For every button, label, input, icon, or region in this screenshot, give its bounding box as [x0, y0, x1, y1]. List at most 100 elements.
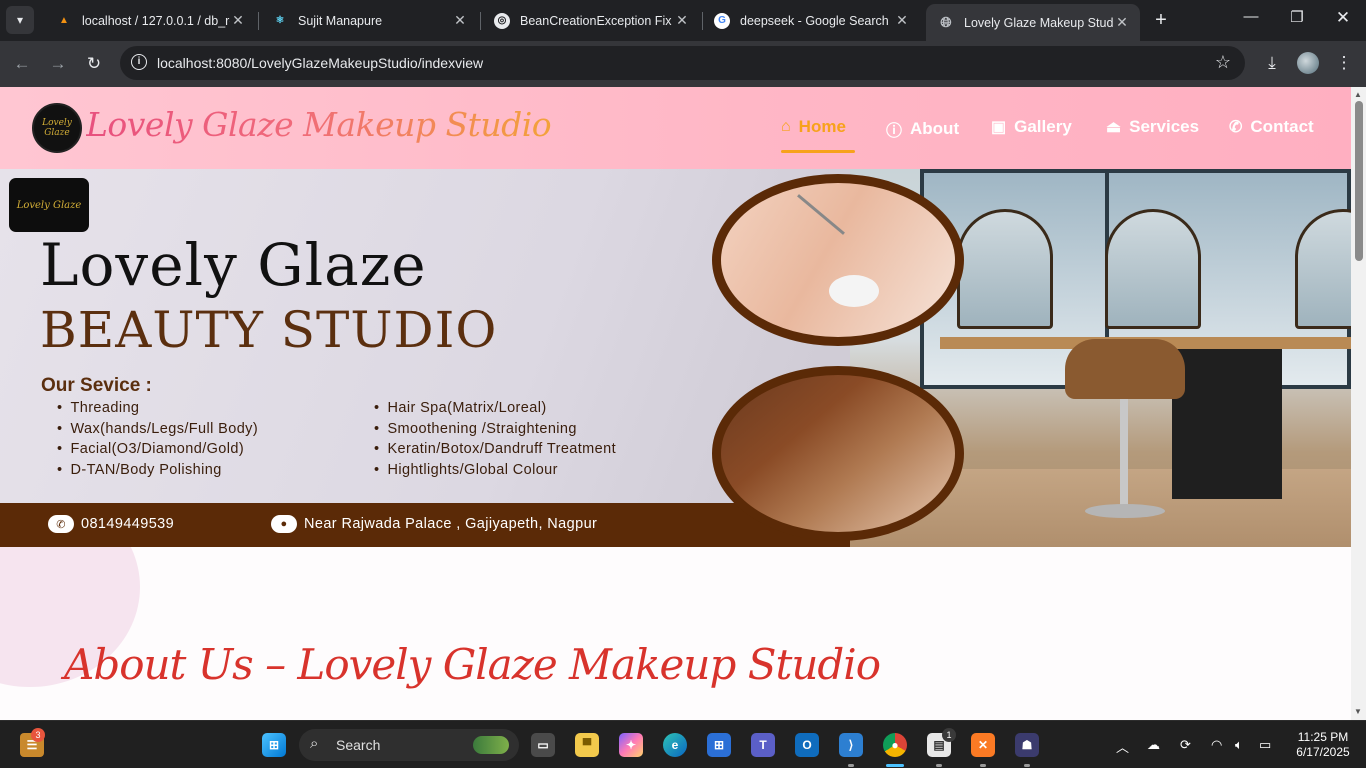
- services-list-left: Threading Wax(hands/Legs/Full Body) Faci…: [57, 400, 258, 482]
- address-bar[interactable]: i localhost:8080/LovelyGlazeMakeupStudio…: [120, 46, 1245, 80]
- contact-strip: ✆ 08149449539 ● Near Rajwada Palace , Ga…: [0, 503, 850, 547]
- close-icon[interactable]: ✕: [894, 12, 910, 29]
- close-icon[interactable]: ✕: [674, 12, 690, 29]
- vscode-icon[interactable]: ⟩: [839, 733, 863, 757]
- windows-taskbar: ☰ 3 ⊞ ⌕ Search ▭ ▀ ✦ e ⊞ T O ⟩ ● ▤ 1 ✕ ☗…: [0, 720, 1366, 768]
- system-clock[interactable]: 11:25 PM 6/17/2025: [1286, 730, 1360, 760]
- forward-button[interactable]: →: [47, 53, 69, 75]
- menu-dots-icon[interactable]: ⋮: [1332, 53, 1356, 73]
- threading-photo: [712, 174, 964, 346]
- about-heading: About Us – Lovely Glaze Makeup Studio: [64, 640, 881, 689]
- hair-styling-photo: [712, 366, 964, 541]
- tab-search-button[interactable]: ▾: [6, 6, 34, 34]
- browser-tab-active[interactable]: 🌐︎ Lovely Glaze Makeup Studio ✕: [926, 4, 1140, 41]
- nav-label: Services: [1129, 117, 1200, 136]
- tweezer-shape: [797, 194, 845, 235]
- close-icon[interactable]: ✕: [452, 12, 468, 29]
- browser-tabstrip: ▾ ▲ localhost / 127.0.0.1 / db_re ✕ ⚛ Su…: [0, 0, 1366, 41]
- active-indicator: [886, 764, 904, 767]
- browser-tab[interactable]: ◎ BeanCreationException Fix ✕: [482, 4, 700, 37]
- active-nav-underline: [781, 150, 855, 153]
- nav-label: Home: [798, 117, 846, 136]
- tab-title: Lovely Glaze Makeup Studio: [964, 15, 1114, 30]
- react-icon: ⚛: [275, 15, 285, 26]
- tray-overflow-icon[interactable]: ︿: [1116, 737, 1129, 756]
- bell-icon: ⏏: [1106, 119, 1122, 136]
- file-explorer-icon[interactable]: ▀: [575, 733, 599, 757]
- salon-mirror: [1105, 209, 1201, 329]
- running-indicator: [980, 764, 986, 767]
- running-indicator: [1024, 764, 1030, 767]
- battery-icon[interactable]: ▭: [1259, 737, 1271, 753]
- browser-tab[interactable]: ▲ localhost / 127.0.0.1 / db_re ✕: [44, 4, 256, 37]
- hero-logo: Lovely Glaze: [9, 178, 89, 232]
- restore-button[interactable]: ❐: [1283, 8, 1311, 26]
- browser-tab[interactable]: G deepseek - Google Search ✕: [702, 4, 920, 37]
- back-button[interactable]: ←: [11, 53, 33, 75]
- start-icon[interactable]: ⊞: [262, 733, 286, 757]
- site-logo[interactable]: Lovely Glaze: [32, 103, 82, 153]
- site-navbar: Lovely Glaze Lovely Glaze Makeup Studio …: [0, 87, 1351, 169]
- nav-label: About: [910, 119, 960, 138]
- minimize-button[interactable]: —: [1237, 8, 1265, 25]
- taskbar-search[interactable]: ⌕ Search: [299, 729, 519, 761]
- scrollbar-thumb[interactable]: [1355, 101, 1363, 261]
- store-icon[interactable]: ⊞: [707, 733, 731, 757]
- xampp-icon[interactable]: ✕: [971, 733, 995, 757]
- search-highlight-image: [473, 736, 509, 754]
- web-page: Lovely Glaze Lovely Glaze Makeup Studio …: [0, 87, 1351, 720]
- contact-phone: ✆ 08149449539: [48, 515, 174, 533]
- nav-contact[interactable]: ✆ Contact: [1229, 117, 1314, 137]
- clock-time: 11:25 PM: [1297, 730, 1349, 744]
- wifi-icon[interactable]: ◠: [1211, 737, 1222, 753]
- clock-date: 6/17/2025: [1296, 745, 1350, 759]
- chrome-icon[interactable]: ●: [883, 733, 907, 757]
- volume-icon[interactable]: 🔈︎: [1235, 737, 1243, 753]
- scroll-up-icon[interactable]: ▲: [1354, 90, 1362, 99]
- page-scrollbar[interactable]: ▲ ▼: [1351, 87, 1366, 720]
- teams-icon[interactable]: T: [751, 733, 775, 757]
- phone-icon: ✆: [1229, 119, 1243, 136]
- site-info-icon[interactable]: i: [131, 54, 147, 70]
- download-icon[interactable]: ⤓: [1260, 53, 1284, 73]
- service-item: Wax(hands/Legs/Full Body): [57, 421, 258, 442]
- site-logo-text: Lovely Glaze: [42, 118, 72, 138]
- tab-title: localhost / 127.0.0.1 / db_re: [82, 13, 230, 28]
- info-icon: ⓘ: [886, 123, 903, 140]
- reload-button[interactable]: ↻: [83, 53, 105, 75]
- hero-banner: Lovely Glaze Lovely Glaze BEAUTY STUDIO …: [0, 169, 1351, 547]
- services-list-right: Hair Spa(Matrix/Loreal) Smoothening /Str…: [374, 400, 616, 482]
- nav-services[interactable]: ⏏ Services: [1106, 117, 1199, 137]
- close-window-button[interactable]: ✕: [1329, 8, 1357, 28]
- openai-icon: ◎: [494, 12, 510, 29]
- edge-icon[interactable]: e: [663, 733, 687, 757]
- close-icon[interactable]: ✕: [230, 12, 246, 29]
- browser-tab[interactable]: ⚛ Sujit Manapure ✕: [260, 4, 478, 37]
- phone-icon: ✆: [48, 515, 74, 533]
- nav-label: Gallery: [1014, 117, 1072, 136]
- eclipse-icon[interactable]: ☗: [1015, 733, 1039, 757]
- sync-icon[interactable]: ⟳: [1180, 737, 1191, 753]
- task-view-icon[interactable]: ▭: [531, 733, 555, 757]
- location-icon: ●: [271, 515, 297, 533]
- nav-about[interactable]: ⓘ About: [886, 117, 959, 141]
- nav-home[interactable]: ⌂ Home: [781, 117, 846, 137]
- search-icon: ⌕: [310, 735, 319, 752]
- url-text[interactable]: localhost:8080/LovelyGlazeMakeupStudio/i…: [157, 55, 483, 71]
- site-brand[interactable]: Lovely Glaze Makeup Studio: [86, 105, 552, 144]
- new-tab-button[interactable]: +: [1150, 10, 1172, 30]
- close-icon[interactable]: ✕: [1114, 14, 1130, 31]
- scroll-down-icon[interactable]: ▼: [1354, 707, 1362, 716]
- copilot-icon[interactable]: ✦: [619, 733, 643, 757]
- google-icon: G: [714, 12, 730, 29]
- bookmark-star-icon[interactable]: ☆: [1215, 52, 1231, 73]
- profile-avatar[interactable]: [1297, 52, 1319, 74]
- hero-title: Lovely Glaze: [40, 231, 427, 299]
- nav-gallery[interactable]: ▣ Gallery: [991, 117, 1072, 137]
- salon-chair: [1065, 339, 1185, 399]
- outlook-icon[interactable]: O: [795, 733, 819, 757]
- service-item: Smoothening /Straightening: [374, 421, 616, 442]
- onedrive-icon[interactable]: ☁: [1147, 737, 1160, 753]
- tab-separator: [258, 12, 259, 30]
- browser-toolbar: ← → ↻ i localhost:8080/LovelyGlazeMakeup…: [0, 41, 1366, 87]
